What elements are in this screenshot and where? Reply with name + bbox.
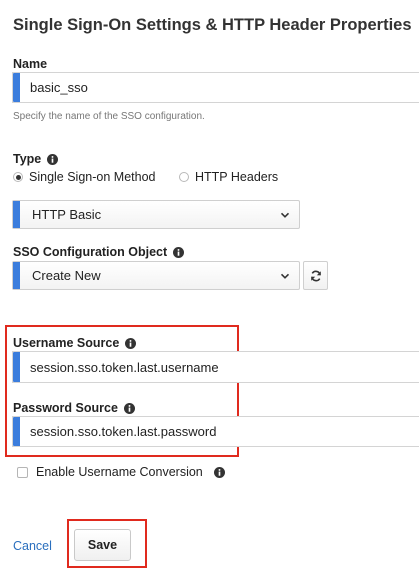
page-title: Single Sign-On Settings & HTTP Header Pr… [13, 16, 412, 34]
info-icon[interactable] [213, 466, 225, 478]
enable-username-conversion-label[interactable]: Enable Username Conversion [36, 465, 203, 479]
refresh-icon [310, 270, 322, 282]
password-source-input-value: session.sso.token.last.password [30, 424, 217, 439]
username-conversion-row: Enable Username Conversion [17, 465, 225, 479]
name-input[interactable]: basic_sso [12, 72, 419, 103]
sso-config-object-select-value: Create New [32, 268, 101, 283]
name-help-text: Specify the name of the SSO configuratio… [13, 111, 205, 122]
refresh-button[interactable] [303, 261, 328, 290]
chevron-down-icon [280, 271, 290, 281]
sso-config-object-label: SSO Configuration Object [13, 245, 185, 259]
sso-method-select-value: HTTP Basic [32, 207, 102, 222]
name-label-text: Name [13, 57, 48, 71]
type-option-sso[interactable]: Single Sign-on Method [13, 170, 155, 184]
name-label: Name [13, 57, 47, 71]
chevron-down-icon [280, 210, 290, 220]
save-button[interactable]: Save [74, 529, 131, 561]
type-option-sso-label: Single Sign-on Method [29, 170, 156, 184]
username-source-label-text: Username Source [13, 336, 120, 350]
sso-config-object-select[interactable]: Create New [12, 261, 300, 290]
select-accent-bar [13, 262, 20, 289]
radio-button[interactable] [179, 172, 189, 182]
username-source-input-value: session.sso.token.last.username [30, 359, 219, 375]
sso-method-select[interactable]: HTTP Basic [12, 200, 300, 229]
info-icon[interactable] [125, 337, 137, 349]
enable-username-conversion-checkbox[interactable] [17, 466, 28, 478]
input-accent-bar [13, 73, 20, 102]
type-option-http-headers[interactable]: HTTP Headers [179, 170, 278, 184]
info-icon[interactable] [47, 153, 59, 165]
sso-config-object-label-text: SSO Configuration Object [13, 245, 168, 259]
input-accent-bar [13, 417, 20, 446]
input-accent-bar [13, 352, 20, 382]
username-source-label: Username Source [13, 336, 137, 350]
type-label-text: Type [13, 152, 42, 166]
username-source-input[interactable]: session.sso.token.last.username [12, 351, 419, 383]
name-input-value: basic_sso [30, 80, 88, 95]
type-option-http-headers-label: HTTP Headers [195, 170, 279, 184]
type-label: Type [13, 152, 59, 166]
password-source-input[interactable]: session.sso.token.last.password [12, 416, 419, 447]
cancel-link[interactable]: Cancel [13, 539, 52, 553]
info-icon[interactable] [123, 402, 135, 414]
info-icon[interactable] [173, 246, 185, 258]
password-source-label-text: Password Source [13, 401, 118, 415]
select-accent-bar [13, 201, 20, 228]
radio-button-selected[interactable] [13, 172, 23, 182]
password-source-label: Password Source [13, 401, 135, 415]
